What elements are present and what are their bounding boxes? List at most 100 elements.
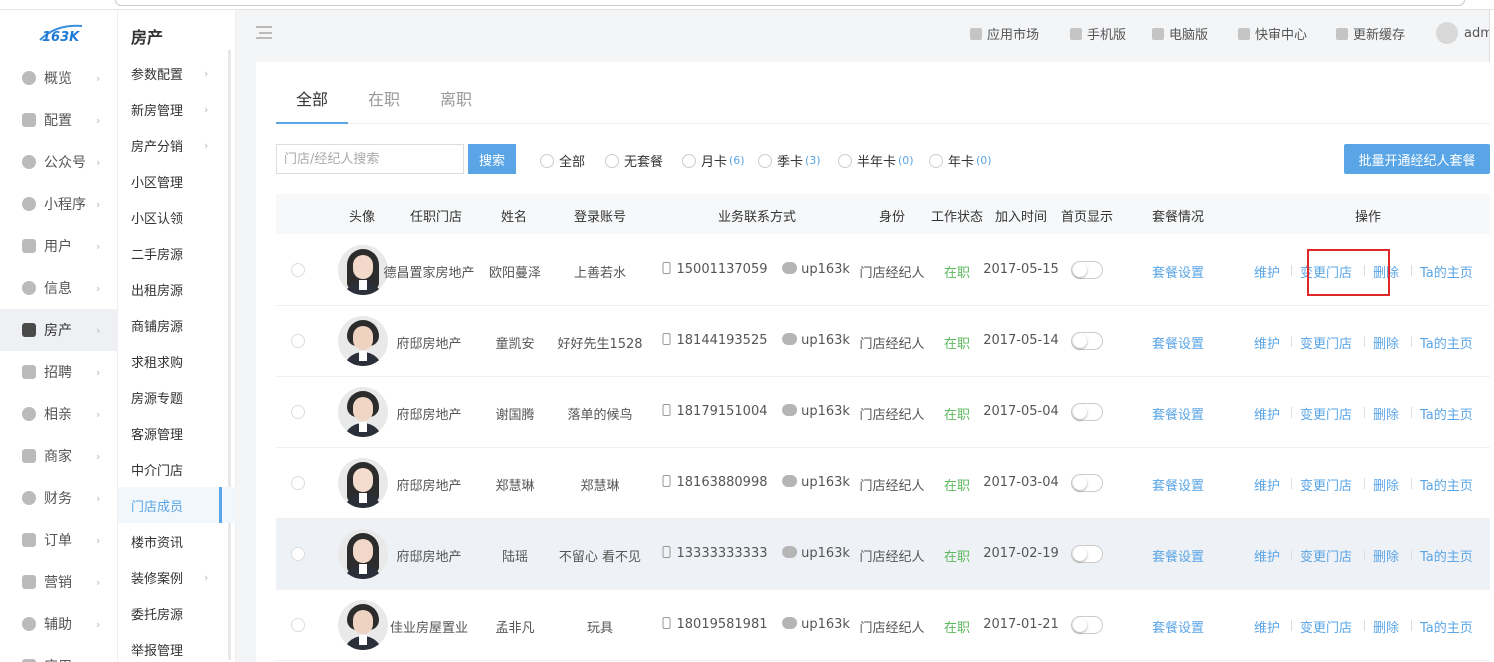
package-settings-link[interactable]: 套餐设置 bbox=[1152, 262, 1204, 281]
row-select-radio[interactable] bbox=[291, 618, 305, 632]
change-store-link[interactable]: 变更门店 bbox=[1300, 475, 1352, 494]
tab-resigned[interactable]: 离职 bbox=[440, 86, 472, 110]
subnav-item[interactable]: 小区认领 bbox=[118, 199, 236, 235]
subnav-item[interactable]: 房产分销 › bbox=[118, 127, 236, 163]
header-link-mobile[interactable]: 手机版 bbox=[1070, 24, 1126, 43]
change-store-link[interactable]: 变更门店 bbox=[1300, 333, 1352, 352]
sidebar-item-job[interactable]: 招聘 › bbox=[0, 351, 118, 393]
change-store-link[interactable]: 变更门店 bbox=[1300, 617, 1352, 636]
sidebar-item-wechat[interactable]: 公众号 › bbox=[0, 141, 118, 183]
delete-link[interactable]: 删除 bbox=[1373, 617, 1399, 636]
row-select-radio[interactable] bbox=[291, 263, 305, 277]
change-store-link[interactable]: 变更门店 bbox=[1300, 546, 1352, 565]
subnav-item[interactable]: 新房管理 › bbox=[118, 91, 236, 127]
radio-circle-icon[interactable] bbox=[682, 153, 696, 168]
package-settings-link[interactable]: 套餐设置 bbox=[1152, 333, 1204, 352]
delete-link[interactable]: 删除 bbox=[1373, 404, 1399, 423]
maintain-link[interactable]: 维护 bbox=[1254, 333, 1280, 352]
user-menu[interactable]: admin bbox=[1436, 22, 1494, 44]
subnav-item[interactable]: 楼市资讯 bbox=[118, 523, 236, 559]
package-settings-link[interactable]: 套餐设置 bbox=[1152, 617, 1204, 636]
sidebar-item-heart[interactable]: 相亲 › bbox=[0, 393, 118, 435]
package-settings-link[interactable]: 套餐设置 bbox=[1152, 475, 1204, 494]
agent-homepage-link[interactable]: Ta的主页 bbox=[1420, 617, 1473, 636]
header-link-desktop[interactable]: 电脑版 bbox=[1152, 24, 1208, 43]
search-input[interactable] bbox=[276, 144, 464, 174]
sidebar-item-miniprogram[interactable]: 小程序 › bbox=[0, 183, 118, 225]
maintain-link[interactable]: 维护 bbox=[1254, 546, 1280, 565]
filter-radio[interactable]: 年卡 (0) bbox=[929, 151, 992, 170]
subnav-item[interactable]: 客源管理 bbox=[118, 415, 236, 451]
filter-radio[interactable]: 月卡 (6) bbox=[682, 151, 745, 170]
sidebar-item-helper[interactable]: 辅助 › bbox=[0, 603, 118, 645]
sidebar-item-order[interactable]: 订单 › bbox=[0, 519, 118, 561]
homepage-display-toggle[interactable] bbox=[1071, 545, 1103, 563]
radio-circle-icon[interactable] bbox=[929, 153, 943, 168]
row-select-radio[interactable] bbox=[291, 547, 305, 561]
subnav-item[interactable]: 门店成员 bbox=[118, 487, 236, 523]
homepage-display-toggle[interactable] bbox=[1071, 261, 1103, 279]
row-select-radio[interactable] bbox=[291, 405, 305, 419]
radio-circle-icon[interactable] bbox=[540, 153, 554, 168]
filter-radio[interactable]: 无套餐 bbox=[605, 151, 663, 170]
filter-radio[interactable]: 半年卡 (0) bbox=[838, 151, 914, 170]
package-settings-link[interactable]: 套餐设置 bbox=[1152, 404, 1204, 423]
subnav-item[interactable]: 出租房源 bbox=[118, 271, 236, 307]
subnav-item[interactable]: 房源专题 bbox=[118, 379, 236, 415]
maintain-link[interactable]: 维护 bbox=[1254, 262, 1280, 281]
sidebar-item-grid[interactable]: 配置 › bbox=[0, 99, 118, 141]
homepage-display-toggle[interactable] bbox=[1071, 332, 1103, 350]
bulk-open-package-button[interactable]: 批量开通经纪人套餐 bbox=[1344, 144, 1490, 174]
agent-homepage-link[interactable]: Ta的主页 bbox=[1420, 546, 1473, 565]
subnav-item[interactable]: 中介门店 bbox=[118, 451, 236, 487]
avatar-shirt bbox=[359, 493, 367, 503]
filter-radio[interactable]: 季卡 (3) bbox=[758, 151, 821, 170]
header-link-app-market[interactable]: 应用市场 bbox=[970, 24, 1039, 43]
agent-homepage-link[interactable]: Ta的主页 bbox=[1420, 333, 1473, 352]
homepage-display-toggle[interactable] bbox=[1071, 474, 1103, 492]
delete-link[interactable]: 删除 bbox=[1373, 546, 1399, 565]
agent-homepage-link[interactable]: Ta的主页 bbox=[1420, 262, 1473, 281]
change-store-link[interactable]: 变更门店 bbox=[1300, 404, 1352, 423]
subnav-item[interactable]: 装修案例 › bbox=[118, 559, 236, 595]
maintain-link[interactable]: 维护 bbox=[1254, 617, 1280, 636]
delete-link[interactable]: 删除 bbox=[1373, 333, 1399, 352]
radio-circle-icon[interactable] bbox=[758, 153, 772, 168]
header-link-review[interactable]: 快审中心 bbox=[1238, 24, 1307, 43]
filter-radio[interactable]: 全部 bbox=[540, 151, 585, 170]
maintain-link[interactable]: 维护 bbox=[1254, 475, 1280, 494]
delete-link[interactable]: 删除 bbox=[1373, 475, 1399, 494]
radio-circle-icon[interactable] bbox=[838, 153, 852, 168]
sidebar-item-shop[interactable]: 商家 › bbox=[0, 435, 118, 477]
sidebar-item-user[interactable]: 用户 › bbox=[0, 225, 118, 267]
subnav-item[interactable]: 二手房源 bbox=[118, 235, 236, 271]
maintain-link[interactable]: 维护 bbox=[1254, 404, 1280, 423]
sidebar-item-gauge[interactable]: 概览 › bbox=[0, 57, 118, 99]
agent-homepage-link[interactable]: Ta的主页 bbox=[1420, 475, 1473, 494]
subnav-item[interactable]: 举报管理 bbox=[118, 631, 236, 662]
row-select-radio[interactable] bbox=[291, 334, 305, 348]
subnav-item[interactable]: 参数配置 › bbox=[118, 55, 236, 91]
sidebar-item-app[interactable]: 应用› bbox=[0, 645, 118, 662]
sidebar-item-message[interactable]: 信息 › bbox=[0, 267, 118, 309]
radio-circle-icon[interactable] bbox=[605, 153, 619, 168]
sidebar-item-building[interactable]: 房产 › bbox=[0, 309, 118, 351]
subnav-item[interactable]: 商铺房源 bbox=[118, 307, 236, 343]
menu-toggle-icon[interactable] bbox=[256, 26, 272, 39]
tab-all[interactable]: 全部 bbox=[296, 86, 328, 110]
brand-logo[interactable]: 163K bbox=[36, 22, 86, 44]
subnav-item[interactable]: 委托房源 bbox=[118, 595, 236, 631]
subnav-item[interactable]: 求租求购 bbox=[118, 343, 236, 379]
header-link-refresh-cache[interactable]: 更新缓存 bbox=[1336, 24, 1405, 43]
search-button[interactable]: 搜索 bbox=[468, 144, 516, 174]
address-bar[interactable] bbox=[115, 0, 1465, 6]
homepage-display-toggle[interactable] bbox=[1071, 616, 1103, 634]
sidebar-item-finance[interactable]: 财务 › bbox=[0, 477, 118, 519]
homepage-display-toggle[interactable] bbox=[1071, 403, 1103, 421]
agent-homepage-link[interactable]: Ta的主页 bbox=[1420, 404, 1473, 423]
subnav-item[interactable]: 小区管理 bbox=[118, 163, 236, 199]
sidebar-item-marketing[interactable]: 营销 › bbox=[0, 561, 118, 603]
tab-employed[interactable]: 在职 bbox=[368, 86, 400, 110]
row-select-radio[interactable] bbox=[291, 476, 305, 490]
package-settings-link[interactable]: 套餐设置 bbox=[1152, 546, 1204, 565]
